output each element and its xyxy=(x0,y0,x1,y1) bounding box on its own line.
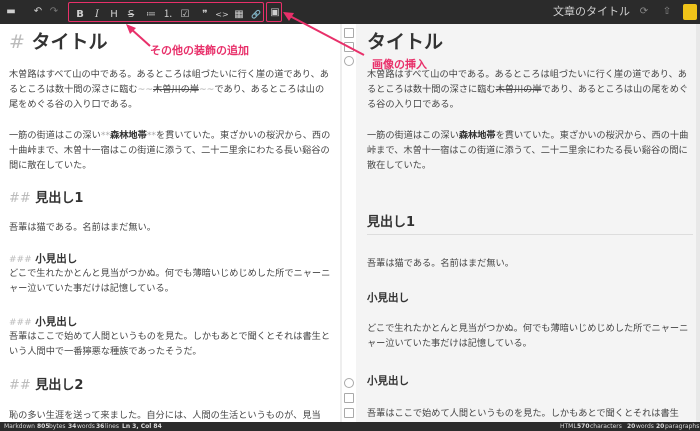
editor-paragraph-3: 吾輩は猫である。名前はまだ無い。 xyxy=(9,222,156,233)
preview-words-label: words xyxy=(636,423,654,430)
folder-icon[interactable]: ▬ xyxy=(4,3,18,21)
lines-count: 36 xyxy=(96,423,105,430)
preview-paragraph-4: どこで生れたかとんと見当がつかぬ。何でも薄暗いじめじめした所でニャーニャー泣いて… xyxy=(367,323,689,349)
target-icon[interactable] xyxy=(344,378,354,388)
editor-paragraph-6: 恥の多い生涯を送って来ました。自分には、人間の生活というものが、見当 xyxy=(9,410,321,421)
italic-button[interactable]: I xyxy=(89,6,105,24)
preview-h3-2: 小見出し xyxy=(367,375,409,387)
heading-button[interactable]: H xyxy=(106,6,122,24)
extension-icon[interactable] xyxy=(683,4,697,20)
bulleted-list-button[interactable]: ≔ xyxy=(143,6,159,24)
words-count: 34 xyxy=(68,423,77,430)
code-button[interactable]: <> xyxy=(214,6,230,24)
editor-h2-2: ## 見出し2 xyxy=(9,378,84,393)
words-label: words xyxy=(77,423,95,430)
monitor-icon[interactable] xyxy=(344,408,354,418)
paragraphs-count: 20 xyxy=(656,423,665,430)
numbered-list-button[interactable]: ⒈ xyxy=(160,6,176,24)
format-button-group: B I H S ≔ ⒈ ☑ ❞ <> ▦ 🔗 xyxy=(68,2,264,22)
cursor-position: Ln 3, Col 84 xyxy=(122,423,162,430)
preview-h3-1: 小見出し xyxy=(367,292,409,304)
status-bar: Markdown 805 bytes 34 words 36 lines Ln … xyxy=(0,422,700,431)
preview-h2-1: 見出し1 xyxy=(367,215,416,230)
strikethrough-button[interactable]: S xyxy=(123,6,139,24)
annotation-decoration: その他の装飾の追加 xyxy=(150,44,249,57)
image-button-group: ▣ xyxy=(266,2,282,22)
editor-h3-1: ### 小見出し xyxy=(9,253,78,265)
editor-h2-1: ## 見出し1 xyxy=(9,191,84,206)
preview-mode-label: HTML xyxy=(560,423,577,430)
document-title-input[interactable]: 文章のタイトル xyxy=(500,2,630,22)
html-preview: タイトル 木曽路はすべて山の中である。あるところは岨づたいに行く崖の道であり、あ… xyxy=(356,24,700,422)
editor-h1: # タイトル xyxy=(9,31,108,53)
annotation-image: 画像の挿入 xyxy=(372,58,427,71)
task-list-button[interactable]: ☑ xyxy=(177,6,193,24)
editor-paragraph-2: 一筋の街道はこの深い**森林地帯**を貫いていた。東ざかいの桜沢から、西の十曲峠… xyxy=(9,130,331,171)
eye-icon[interactable] xyxy=(344,56,354,66)
characters-count: 570 xyxy=(577,423,590,430)
bytes-label: bytes xyxy=(49,423,66,430)
insert-image-button[interactable]: ▣ xyxy=(267,4,283,22)
characters-label: characters xyxy=(590,423,622,430)
editor-paragraph-4: どこで生れたかとんと見当がつかぬ。何でも薄暗いじめじめした所でニャーニャー泣いて… xyxy=(9,268,331,294)
link-button[interactable]: 🔗 xyxy=(248,6,264,24)
upload-icon[interactable]: ⇧ xyxy=(660,4,674,20)
preview-h2-rule xyxy=(367,234,693,235)
split-view-icon[interactable] xyxy=(344,28,354,38)
editor-paragraph-5: 吾輩はここで始めて人間というものを見た。しかもあとで聞くとそれは書生という人間中… xyxy=(9,331,331,357)
preview-paragraph-1: 木曽路はすべて山の中である。あるところは岨づたいに行く崖の道であり、あるところは… xyxy=(367,69,689,110)
undo-icon[interactable]: ↶ xyxy=(30,3,46,21)
preview-paragraph-2: 一筋の街道はこの深い森林地帯を貫いていた。東ざかいの桜沢から、西の十曲峠まで、木… xyxy=(367,130,689,171)
redo-icon[interactable]: ↷ xyxy=(46,3,62,21)
toolbar: ▬ ↶ ↷ B I H S ≔ ⒈ ☑ ❞ <> ▦ 🔗 ▣ 文章のタイトル ⟳… xyxy=(0,0,700,24)
sidebar-icon[interactable] xyxy=(344,393,354,403)
editor-h3-2: ### 小見出し xyxy=(9,316,78,328)
view-toggle-column xyxy=(342,24,356,422)
sync-icon[interactable]: ⟳ xyxy=(637,4,651,20)
lines-label: lines xyxy=(105,423,119,430)
bytes-count: 805 xyxy=(37,423,50,430)
bold-button[interactable]: B xyxy=(72,6,88,24)
editor-paragraph-1: 木曽路はすべて山の中である。あるところは岨づたいに行く崖の道であり、あるところは… xyxy=(9,69,329,110)
preview-h1: タイトル xyxy=(367,31,444,53)
quote-button[interactable]: ❞ xyxy=(197,6,213,24)
paragraphs-label: paragraphs xyxy=(665,423,700,430)
preview-scrollbar[interactable] xyxy=(696,24,700,422)
preview-words-count: 20 xyxy=(627,423,636,430)
preview-only-icon[interactable] xyxy=(344,42,354,52)
editor-mode-label: Markdown xyxy=(4,423,35,430)
preview-paragraph-3: 吾輩は猫である。名前はまだ無い。 xyxy=(367,258,514,269)
table-button[interactable]: ▦ xyxy=(231,6,247,24)
preview-paragraph-5: 吾輩はここで始めて人間というものを見た。しかもあとで聞くとそれは書生 xyxy=(367,408,679,419)
markdown-editor[interactable]: # タイトル 木曽路はすべて山の中である。あるところは岨づたいに行く崖の道であり… xyxy=(0,24,340,422)
